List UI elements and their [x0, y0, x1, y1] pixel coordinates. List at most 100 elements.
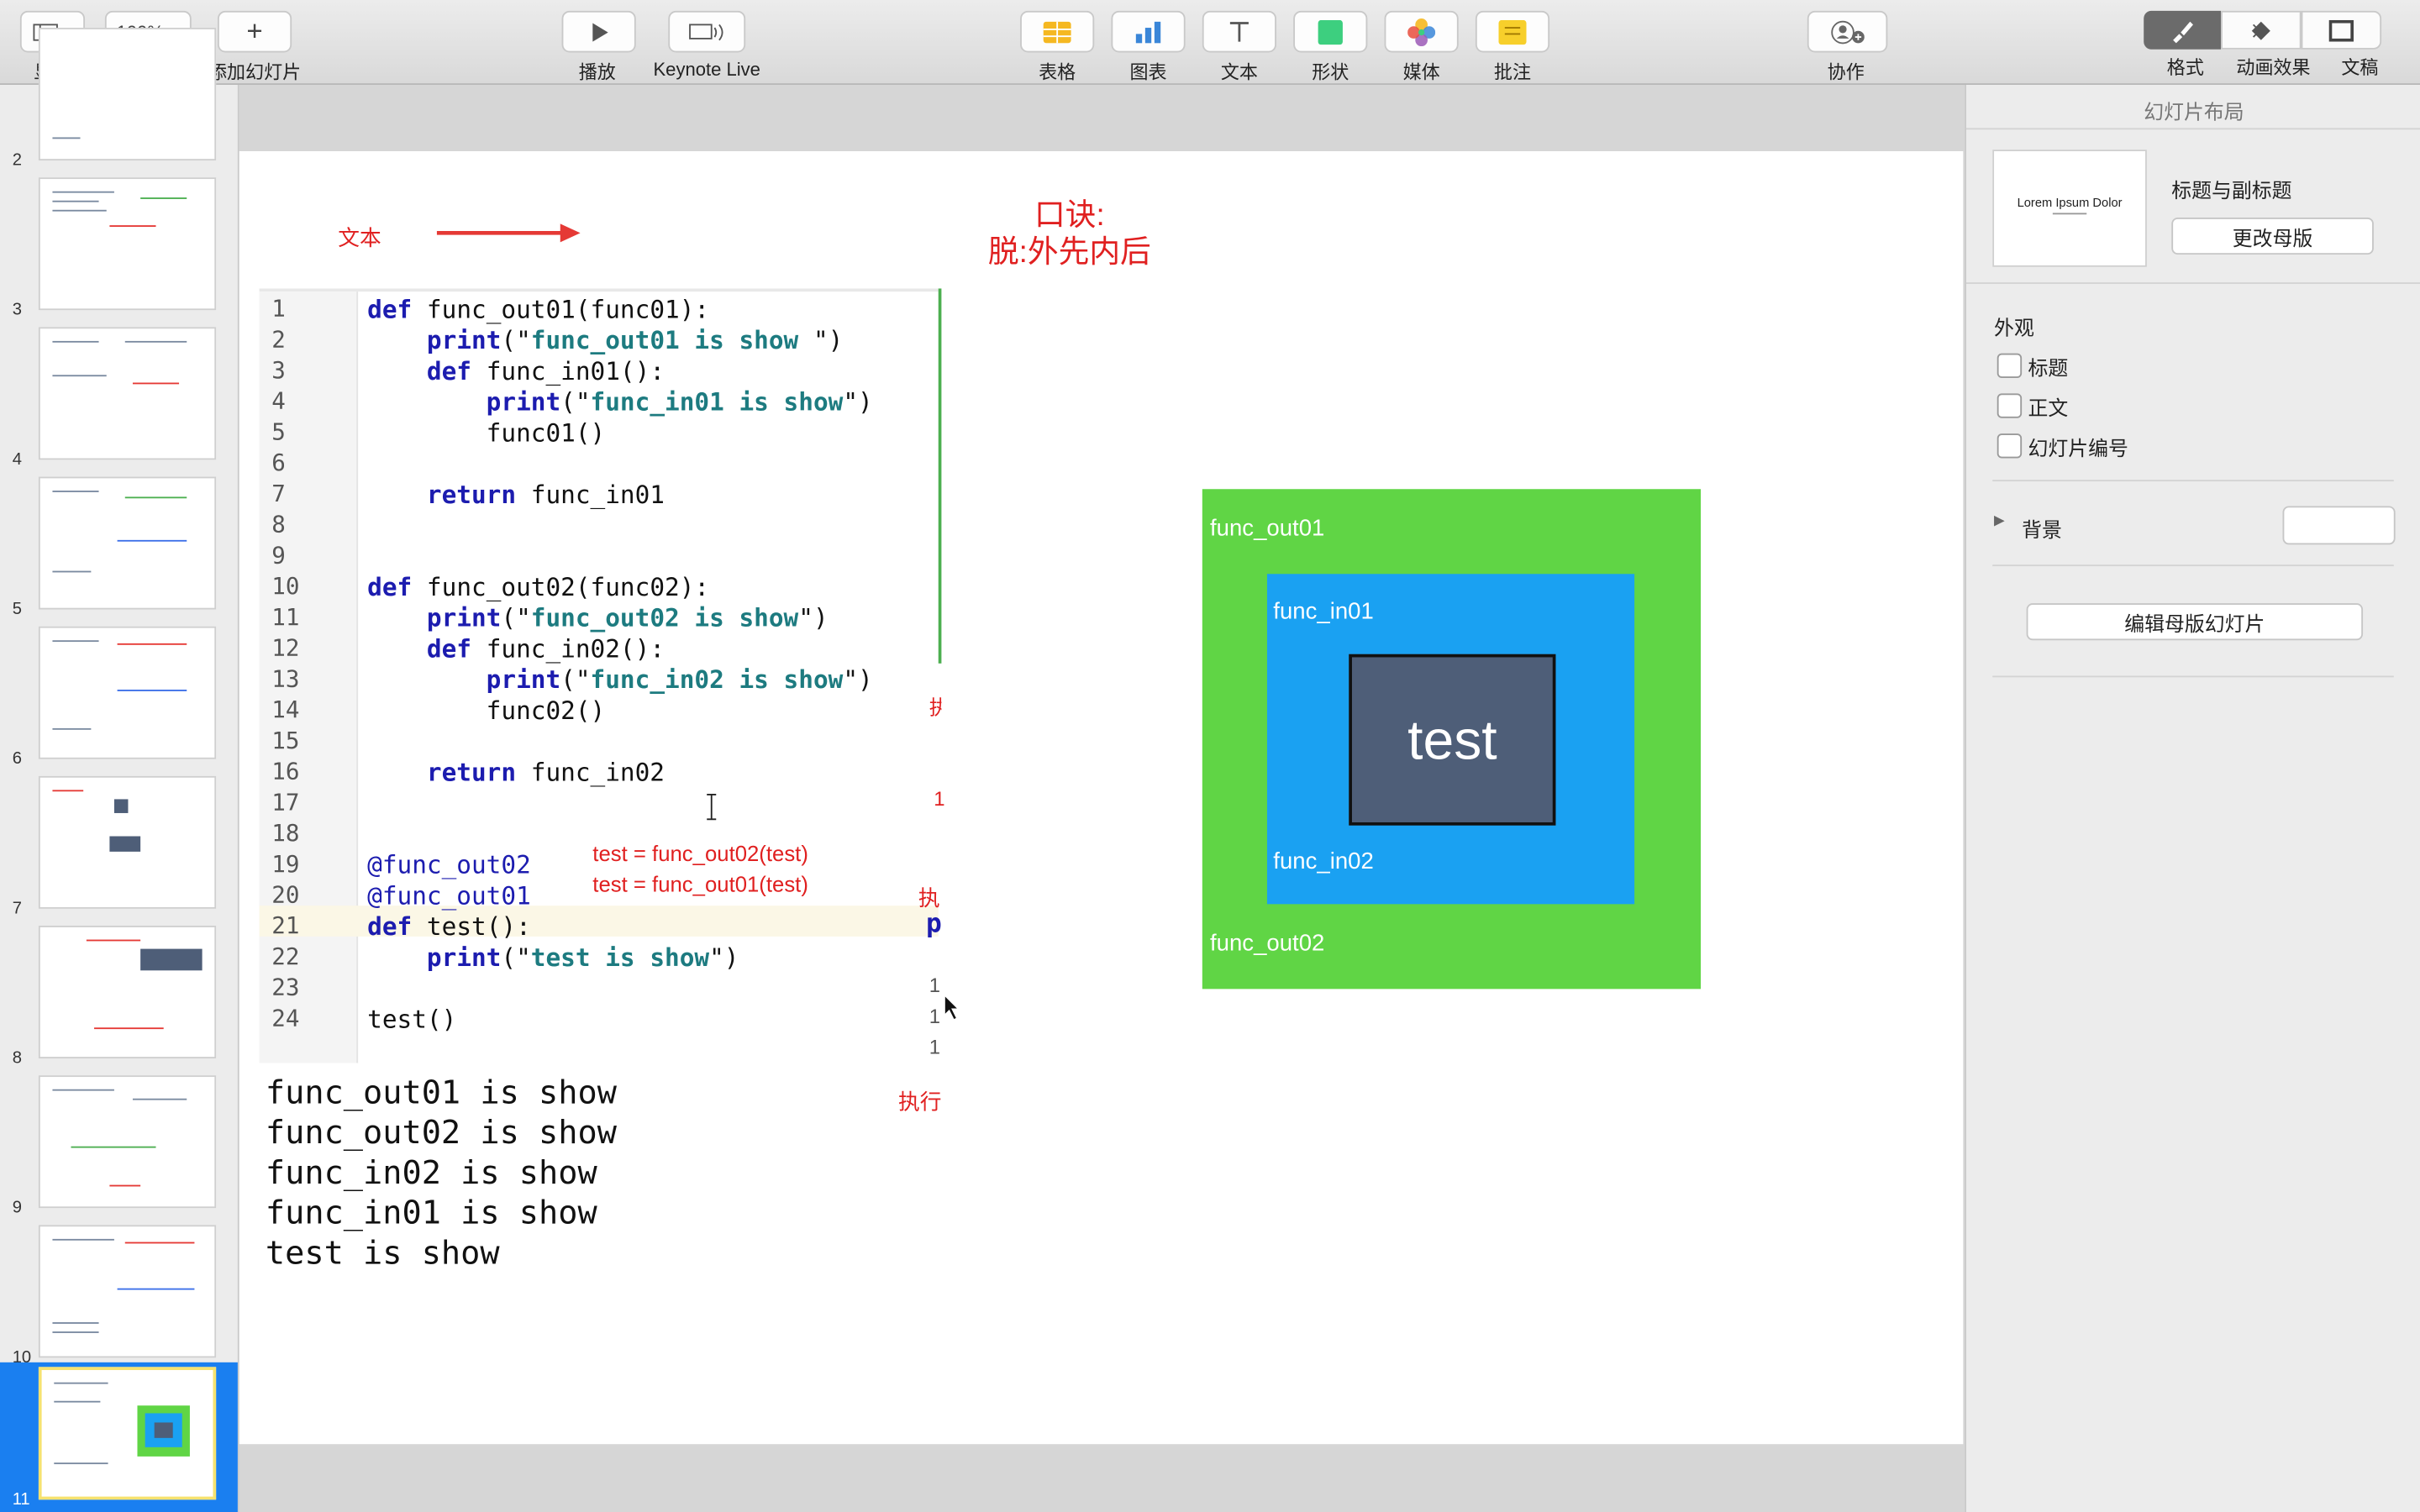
background-label[interactable]: 背景	[2022, 514, 2062, 543]
animate-tab[interactable]	[2221, 10, 2302, 50]
title-checkbox[interactable]	[1996, 353, 2023, 378]
mnemonic-text[interactable]: 口诀: 脱:外先内后	[977, 197, 1162, 271]
media-label: 媒体	[1402, 61, 1440, 84]
slide-number: 5	[12, 600, 22, 619]
line-number: 16	[271, 757, 300, 785]
line-number: 23	[271, 973, 300, 1002]
comment-icon	[1498, 18, 1527, 45]
inspector-panel: 幻灯片布局 Lorem Ipsum Dolor 标题与副标题 更改母版 外观 标…	[1965, 85, 2420, 1512]
inner-bottom-label: func_in02	[1273, 848, 1374, 875]
play-button[interactable]: 播放	[561, 10, 636, 85]
change-master-button[interactable]: 更改母版	[2171, 217, 2374, 255]
line-number: 7	[271, 480, 286, 508]
master-thumbnail[interactable]: Lorem Ipsum Dolor	[1992, 150, 2147, 267]
slide-number: 9	[12, 1199, 22, 1218]
background-color-well[interactable]	[2282, 506, 2396, 545]
annotation-line-19[interactable]: test = func_out02(test)	[592, 841, 808, 865]
code-line: func02()	[367, 696, 606, 726]
body-checkbox[interactable]	[1996, 393, 2023, 418]
text-button[interactable]: 文本	[1202, 10, 1276, 85]
slide-number: 6	[12, 749, 22, 769]
output-line: func_in01 is show	[265, 1194, 597, 1231]
slide-thumb-4[interactable]: 4	[0, 323, 238, 472]
slide-thumb-10[interactable]: 10	[0, 1221, 238, 1370]
slide-thumbnail	[38, 626, 217, 759]
clipped-exec-1: 执	[929, 691, 942, 721]
slide-thumb-6[interactable]: 6	[0, 622, 238, 771]
code-line: print("func_in01 is show")	[486, 387, 873, 417]
code-line: def func_out02(func02):	[367, 572, 710, 602]
shape-button[interactable]: 形状	[1293, 10, 1368, 85]
annotation-line-20[interactable]: test = func_out01(test)	[592, 872, 808, 896]
master-thumb-text: Lorem Ipsum Dolor	[2017, 196, 2123, 210]
comment-button[interactable]: 批注	[1475, 10, 1550, 85]
table-button[interactable]: 表格	[1020, 10, 1095, 85]
current-line-highlight	[259, 906, 939, 937]
exec-label[interactable]: 执行	[898, 1086, 941, 1117]
code-line: print("func_in02 is show")	[486, 664, 873, 695]
code-line: def func_in02():	[426, 633, 666, 664]
text-label: 文本	[1220, 61, 1258, 84]
divider	[1992, 564, 2394, 567]
code-line: func01()	[367, 417, 606, 448]
slide-canvas: 文本 口诀: 脱:外先内后 1 def func_out01(func01): 2 …	[239, 85, 1964, 1512]
divider	[1992, 480, 2394, 482]
slide-thumb-7[interactable]: 7	[0, 771, 238, 921]
line-number: 22	[271, 942, 300, 971]
edit-master-button[interactable]: 编辑母版幻灯片	[2026, 603, 2364, 641]
slide-number: 2	[12, 151, 22, 171]
photos-icon	[1407, 18, 1436, 46]
format-label: 格式	[2166, 56, 2204, 79]
slide-thumb-3[interactable]: 3	[0, 173, 238, 323]
chart-label: 图表	[1129, 61, 1167, 84]
inner-box[interactable]: func_in01 func_in02 test	[1266, 574, 1635, 905]
slide-thumbnail	[38, 177, 217, 311]
code-line: def func_in01():	[426, 356, 666, 386]
clipped-one-a: 1	[929, 973, 941, 997]
disclosure-triangle-icon[interactable]: ▶	[1994, 512, 2005, 529]
animate-label: 动画效果	[2236, 56, 2311, 79]
slide-thumb-8[interactable]: 8	[0, 921, 238, 1071]
slide-number-option-label: 幻灯片编号	[2028, 436, 2128, 460]
slide-thumbnail	[38, 327, 217, 460]
inner-top-label: func_in01	[1273, 598, 1374, 625]
code-image[interactable]: 1 def func_out01(func01): 2 print("func_ou…	[259, 288, 942, 1063]
outer-box[interactable]: func_out01 func_out02 func_in01 func_in0…	[1202, 489, 1702, 990]
code-line: @func_out02	[367, 850, 531, 879]
collaborate-button[interactable]: 协作	[1807, 10, 1888, 85]
master-thumb-subtitle	[2052, 213, 2087, 215]
code-line: print("func_out02 is show")	[426, 603, 829, 633]
clipped-one: 1	[934, 786, 945, 811]
chart-button[interactable]: 图表	[1111, 10, 1186, 85]
center-box[interactable]: test	[1349, 654, 1556, 826]
code-line: test()	[367, 1004, 457, 1034]
slide-thumb-2[interactable]: 2	[0, 24, 238, 173]
format-tab[interactable]	[2144, 10, 2222, 50]
keynote-live-icon	[689, 23, 723, 40]
center-label: test	[1407, 707, 1497, 771]
slide-number: 8	[12, 1048, 22, 1068]
slide-thumb-5[interactable]: 5	[0, 472, 238, 622]
collaborate-label: 协作	[1827, 61, 1865, 84]
play-icon	[592, 22, 608, 41]
slide-number-checkbox[interactable]	[1996, 433, 2023, 459]
output-line: func_in02 is show	[265, 1153, 597, 1191]
slide-thumb-9[interactable]: 9	[0, 1071, 238, 1221]
keynote-live-button[interactable]: Keynote Live	[651, 10, 762, 81]
text-note[interactable]: 文本	[338, 222, 381, 253]
paintbrush-icon	[2173, 20, 2193, 43]
media-button[interactable]: 媒体	[1384, 10, 1459, 85]
slide-thumbnail	[38, 476, 217, 610]
line-number: 10	[271, 572, 300, 601]
clipped-one-b: 1	[929, 1004, 941, 1028]
line-number: 9	[271, 541, 286, 570]
document-tab[interactable]	[2301, 10, 2382, 50]
outer-top-label: func_out01	[1210, 515, 1325, 542]
line-number: 17	[271, 788, 300, 816]
slide[interactable]: 文本 口诀: 脱:外先内后 1 def func_out01(func01): 2 …	[239, 151, 1964, 1445]
line-number: 18	[271, 819, 300, 848]
text-cursor-icon	[707, 793, 717, 821]
slide-thumbnail	[38, 775, 217, 909]
appearance-heading: 外观	[1994, 316, 2034, 340]
slide-thumb-11[interactable]: 11	[0, 1362, 238, 1512]
